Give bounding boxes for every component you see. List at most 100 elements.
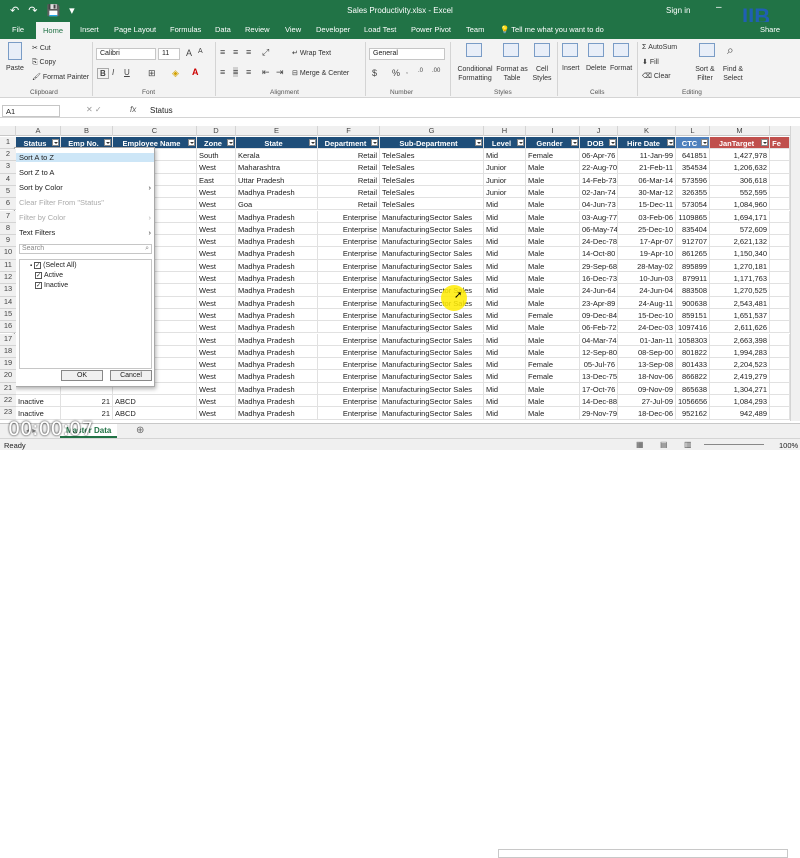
autosum-button[interactable]: Σ AutoSum [642, 44, 677, 51]
column-header-e[interactable]: E [236, 126, 318, 136]
cell-level[interactable]: Mid [484, 272, 526, 285]
cell-feb[interactable] [770, 272, 790, 285]
row-number[interactable]: 18 [0, 345, 16, 359]
delete-cells-icon[interactable] [588, 43, 604, 57]
cell-ctc[interactable]: 912707 [676, 235, 710, 248]
row-number[interactable]: 12 [0, 272, 16, 285]
cell-feb[interactable] [770, 321, 790, 334]
sort-by-color-item[interactable]: Sort by Color › [19, 183, 151, 192]
cell-department[interactable]: Enterprise [318, 235, 380, 248]
cell-ctc[interactable]: 861265 [676, 247, 710, 260]
cell-feb[interactable] [770, 296, 790, 309]
cell-gender[interactable]: Male [526, 284, 580, 297]
increase-font-icon[interactable]: A [186, 48, 192, 58]
zoom-slider[interactable] [704, 444, 764, 445]
cell-ctc[interactable]: 859151 [676, 308, 710, 322]
cell-sub-department[interactable]: ManufacturingSector Sales [380, 321, 484, 334]
cell-zone[interactable]: West [197, 247, 236, 260]
conditional-formatting-icon[interactable] [466, 43, 482, 57]
cell-ctc[interactable]: 1056656 [676, 395, 710, 408]
cell-hire-date[interactable]: 03-Feb-06 [618, 210, 676, 223]
tab-load-test[interactable]: Load Test [364, 25, 396, 34]
filter-dropdown-icon[interactable] [371, 139, 378, 146]
wrap-text-button[interactable]: ↵ Wrap Text [292, 49, 331, 57]
cell-status[interactable]: Inactive [16, 395, 61, 408]
cell-hire-date[interactable]: 13-Sep-08 [618, 358, 676, 371]
cell-dob[interactable]: 04-Mar-74 [580, 333, 618, 346]
row-number[interactable]: 11 [0, 259, 16, 272]
magnifier-icon[interactable]: ⌕ [727, 43, 734, 58]
sort-z-to-a-item[interactable]: Sort Z to A [19, 168, 54, 177]
cell-employee-name[interactable]: ABCD [113, 395, 197, 408]
sign-in-link[interactable]: Sign in [666, 6, 690, 15]
share-button[interactable]: Share [760, 25, 780, 34]
cell-gender[interactable]: Male [526, 333, 580, 346]
cell-sub-department[interactable]: ManufacturingSector Sales [380, 222, 484, 236]
conditional-formatting-button[interactable]: Conditional Formatting [454, 65, 496, 83]
cell-feb[interactable] [770, 235, 790, 248]
cancel-confirm-icons[interactable]: ✕ ✓ [86, 105, 102, 114]
cell-zone[interactable]: West [197, 407, 236, 420]
cell-department[interactable]: Retail [318, 149, 380, 162]
cell-gender[interactable]: Male [526, 395, 580, 408]
cell-hire-date[interactable]: 24-Aug-11 [618, 296, 676, 309]
cell-feb[interactable] [770, 210, 790, 223]
cell-zone[interactable]: West [197, 185, 236, 199]
cell-gender[interactable]: Male [526, 296, 580, 309]
italic-icon[interactable]: I [112, 68, 114, 77]
header-level[interactable]: Level [484, 137, 526, 149]
cell-level[interactable]: Junior [484, 173, 526, 186]
cell-hire-date[interactable]: 10-Jun-03 [618, 272, 676, 285]
cell-state[interactable]: Madhya Pradesh [236, 358, 318, 371]
normal-view-icon[interactable]: ▦ [636, 440, 644, 449]
cell-gender[interactable]: Male [526, 321, 580, 334]
cell-level[interactable]: Junior [484, 185, 526, 199]
cell-state[interactable]: Maharashtra [236, 161, 318, 174]
cell-level[interactable]: Mid [484, 308, 526, 322]
cell-department[interactable]: Retail [318, 198, 380, 211]
cell-level[interactable]: Mid [484, 395, 526, 408]
page-layout-view-icon[interactable]: ▤ [660, 440, 668, 449]
cell-state[interactable]: Madhya Pradesh [236, 395, 318, 408]
filter-dropdown-icon[interactable] [571, 139, 578, 146]
cell-feb[interactable] [770, 370, 790, 383]
cell-department[interactable]: Enterprise [318, 395, 380, 408]
align-middle-icon[interactable]: ≡ [233, 47, 238, 57]
cell-styles-button[interactable]: Cell Styles [530, 65, 554, 83]
cell-feb[interactable] [770, 185, 790, 199]
text-filters-item[interactable]: Text Filters › [19, 228, 151, 237]
cell-ctc[interactable]: 879911 [676, 272, 710, 285]
row-number[interactable]: 19 [0, 358, 16, 371]
cell-ctc[interactable]: 865638 [676, 382, 710, 395]
filter-value-active[interactable]: ✓ Active [35, 272, 63, 279]
cell-sub-department[interactable]: TeleSales [380, 198, 484, 211]
cell-dob[interactable]: 06-Apr-76 [580, 149, 618, 162]
cell-level[interactable]: Junior [484, 161, 526, 174]
find-select-button[interactable]: Find & Select [720, 65, 746, 83]
cell-level[interactable]: Mid [484, 235, 526, 248]
column-header-b[interactable]: B [61, 126, 113, 136]
cell-gender[interactable]: Male [526, 407, 580, 420]
cell-hire-date[interactable]: 01-Jan-11 [618, 333, 676, 346]
cell-state[interactable]: Madhya Pradesh [236, 321, 318, 334]
filter-dropdown-icon[interactable] [761, 139, 768, 146]
cell-department[interactable]: Enterprise [318, 247, 380, 260]
cell-gender[interactable]: Male [526, 345, 580, 359]
column-header-a[interactable]: A [16, 126, 61, 136]
increase-decimal-icon[interactable]: .0 [418, 68, 423, 74]
font-size-select[interactable]: 11 [158, 48, 180, 60]
filter-dropdown-icon[interactable] [517, 139, 524, 146]
row-number[interactable]: 9 [0, 235, 16, 248]
checkbox-checked[interactable]: ✓ [34, 262, 42, 269]
cell-hire-date[interactable]: 25-Dec-10 [618, 222, 676, 236]
cell-gender[interactable]: Male [526, 235, 580, 248]
cell-ctc[interactable]: 1058303 [676, 333, 710, 346]
cell-ctc[interactable]: 900638 [676, 296, 710, 309]
borders-icon[interactable]: ⊞ [148, 68, 156, 79]
cell-hire-date[interactable]: 15-Dec-10 [618, 308, 676, 322]
format-cells-button[interactable]: Format [610, 65, 632, 72]
tab-view[interactable]: View [285, 25, 301, 34]
insert-cells-button[interactable]: Insert [562, 65, 580, 72]
cell-feb[interactable] [770, 395, 790, 408]
minimize-button[interactable]: – [716, 2, 722, 13]
